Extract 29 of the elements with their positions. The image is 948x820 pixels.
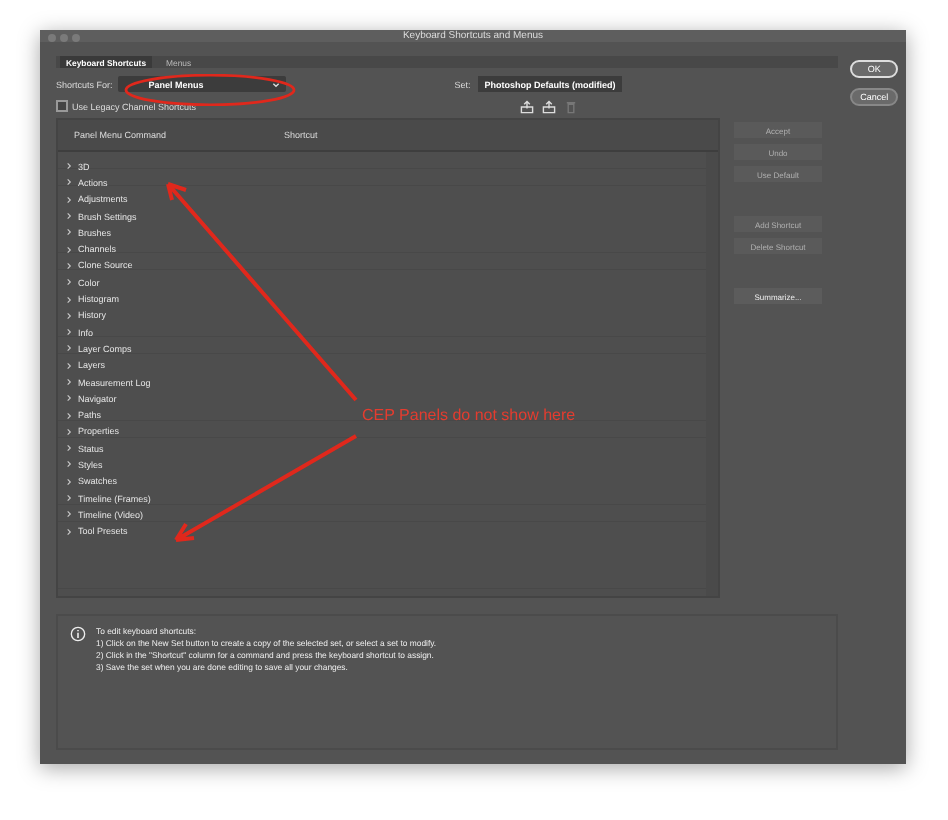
chevron-icon[interactable]: [66, 311, 72, 320]
new-set-icon[interactable]: [542, 99, 557, 113]
chevron-icon[interactable]: [66, 162, 72, 171]
chevron-icon[interactable]: [66, 295, 72, 304]
caret-icon: [272, 81, 281, 87]
chevron-icon[interactable]: [66, 278, 72, 287]
chevron-icon[interactable]: [66, 411, 72, 420]
info-icon: [70, 626, 86, 642]
chevron-icon[interactable]: [66, 344, 72, 353]
chevron-icon[interactable]: [66, 477, 72, 486]
chevron-icon[interactable]: [66, 510, 72, 519]
save-set-icon[interactable]: [520, 99, 535, 113]
chevron-icon[interactable]: [66, 527, 72, 536]
chevron-icon[interactable]: [66, 328, 72, 337]
chevron-icon[interactable]: [66, 378, 72, 386]
chevron-icon[interactable]: [66, 460, 72, 469]
chevron-icon[interactable]: [66, 261, 72, 270]
chevron-icon[interactable]: [66, 444, 72, 453]
chevron-icon[interactable]: [66, 195, 72, 204]
chevron-icon[interactable]: [66, 427, 72, 436]
annotation-text: CEP Panels do not show here: [362, 406, 576, 424]
chevron-icon[interactable]: [66, 212, 72, 221]
chevron-icon[interactable]: [66, 361, 72, 370]
chevron-icon[interactable]: [66, 494, 72, 503]
chevron-icon[interactable]: [66, 178, 72, 187]
chevron-icon[interactable]: [66, 245, 72, 254]
checkbox[interactable]: [56, 100, 68, 112]
chevron-icon[interactable]: [66, 228, 72, 237]
chevron-icon[interactable]: [66, 394, 72, 403]
